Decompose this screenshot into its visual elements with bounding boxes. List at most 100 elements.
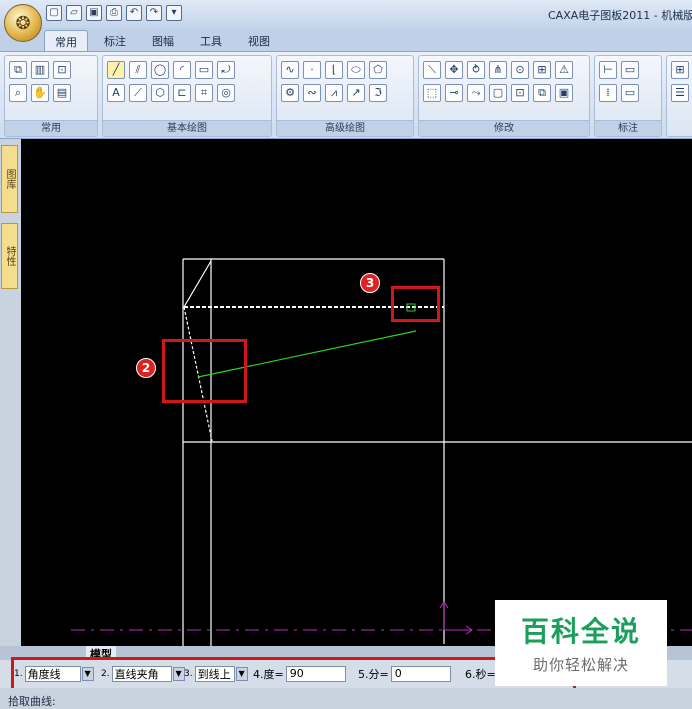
app-logo-icon: ❂ xyxy=(15,12,31,34)
window-title: CAXA电子图板2011 - 机械版 xyxy=(548,9,692,22)
toolbar-row: ⚙ ∾ ⩘ ↗ ℑ xyxy=(277,79,413,102)
redo-icon[interactable]: ↷ xyxy=(146,5,162,21)
select-icon[interactable]: ⬚ xyxy=(423,84,441,102)
layer-icon[interactable]: ▤ xyxy=(53,84,71,102)
open-icon[interactable]: ▱ xyxy=(66,5,82,21)
toolbar-row: ∿ · ⌊ ⬭ ⬠ xyxy=(277,56,413,79)
break-line-icon[interactable]: ⩘ xyxy=(325,84,343,102)
wave-icon[interactable]: ∾ xyxy=(303,84,321,102)
dimension-style-icon[interactable]: ▭ xyxy=(621,61,639,79)
ribbon: ⧉ ▥ ⊡ ⌕ ✋ ▤ 常用 ╱ ⫽ ◯ ◜ ▭ ⤾ A ⟋ ⬡ ⊏ ⌗ ◎ 基… xyxy=(0,51,692,139)
library-label: 图库 xyxy=(4,169,15,189)
parallel-line-icon[interactable]: ⫽ xyxy=(129,61,147,79)
drawing-canvas[interactable]: 2 3 xyxy=(21,139,692,654)
group-advanced-draw: ∿ · ⌊ ⬭ ⬠ ⚙ ∾ ⩘ ↗ ℑ 高级绘图 xyxy=(276,55,414,137)
undo-icon[interactable]: ↶ xyxy=(126,5,142,21)
tab-tools[interactable]: 工具 xyxy=(192,30,230,51)
customize-icon[interactable]: ▾ xyxy=(166,5,182,21)
text-icon[interactable]: A xyxy=(107,84,125,102)
curve-icon[interactable]: ℑ xyxy=(369,84,387,102)
sidebar-tab-library[interactable]: 图库 xyxy=(1,145,18,213)
table-icon[interactable]: ⊞ xyxy=(671,61,689,79)
left-dock: 图库 特性 xyxy=(0,139,20,654)
tab-common[interactable]: 常用 xyxy=(44,30,88,51)
block-icon[interactable]: ⊏ xyxy=(173,84,191,102)
trim-icon[interactable]: ⟍ xyxy=(423,61,441,79)
extend-icon[interactable]: ⊸ xyxy=(445,84,463,102)
rotate-icon[interactable]: ⊙ xyxy=(511,61,529,79)
paste-icon[interactable]: ▥ xyxy=(31,61,49,79)
lineweight-icon[interactable]: ☰ xyxy=(671,84,689,102)
group-dimension: ⊢ ▭ ⁞ ▭ 标注 xyxy=(594,55,662,137)
arrow-icon[interactable]: ↗ xyxy=(347,84,365,102)
mirror-icon[interactable]: ⋔ xyxy=(489,61,507,79)
slant-top-line xyxy=(183,260,212,308)
quick-access-toolbar: ▢ ▱ ▣ ⎙ ↶ ↷ ▾ xyxy=(46,5,182,21)
centerline-icon[interactable]: ⟋ xyxy=(129,84,147,102)
array-icon[interactable]: ⊞ xyxy=(533,61,551,79)
copy-array-icon[interactable]: ⥁ xyxy=(467,61,485,79)
pan-icon[interactable]: ✋ xyxy=(31,84,49,102)
highlight-box-2 xyxy=(162,339,247,403)
ellipse-draw-icon[interactable]: ⬭ xyxy=(347,61,365,79)
toolbar-row: ╱ ⫽ ◯ ◜ ▭ ⤾ xyxy=(103,56,271,79)
copy-icon[interactable]: ⧉ xyxy=(9,61,27,79)
line-tool-icon[interactable]: ╱ xyxy=(107,61,125,79)
toolbar-row: ⁞ ▭ xyxy=(595,79,661,102)
group-label: 修改 xyxy=(419,120,589,136)
arc-icon[interactable]: ◜ xyxy=(173,61,191,79)
toolbar-row: ⧉ ▥ ⊡ xyxy=(5,56,97,79)
title-bar: ❂ ▢ ▱ ▣ ⎙ ↶ ↷ ▾ CAXA电子图板2011 - 机械版 xyxy=(0,0,692,42)
toolbar-row: ⬚ ⊸ ⤳ ▢ ⊡ ⧉ ▣ xyxy=(419,79,589,102)
spline-icon[interactable]: ∿ xyxy=(281,61,299,79)
group-label: 高级绘图 xyxy=(277,120,413,136)
toolbar-row: A ⟋ ⬡ ⊏ ⌗ ◎ xyxy=(103,79,271,102)
zoom-icon[interactable]: ⌕ xyxy=(9,84,27,102)
highlight-box-3 xyxy=(391,286,440,322)
properties-label: 特性 xyxy=(4,246,15,266)
chamfer-icon[interactable]: ▢ xyxy=(489,84,507,102)
tolerance-icon[interactable]: ⁞ xyxy=(599,84,617,102)
angle-line-icon[interactable]: ⌊ xyxy=(325,61,343,79)
annotation-icon[interactable]: ▭ xyxy=(621,84,639,102)
print-icon[interactable]: ⎙ xyxy=(106,5,122,21)
move-icon[interactable]: ✥ xyxy=(445,61,463,79)
scale-icon[interactable]: ⚠ xyxy=(555,61,573,79)
group-common: ⧉ ▥ ⊡ ⌕ ✋ ▤ 常用 xyxy=(4,55,98,137)
ribbon-tabs: 常用 标注 图幅 工具 视图 xyxy=(0,28,692,51)
gear-icon[interactable]: ⚙ xyxy=(281,84,299,102)
save-icon[interactable]: ▣ xyxy=(86,5,102,21)
watermark-logo: 百科全说 助你轻松解决 xyxy=(495,600,667,686)
drawing-svg xyxy=(71,258,692,654)
rectangle-icon[interactable]: ▭ xyxy=(195,61,213,79)
step-marker-2: 2 xyxy=(136,358,156,378)
sidebar-tab-properties[interactable]: 特性 xyxy=(1,223,18,289)
point-icon[interactable]: · xyxy=(303,61,321,79)
toolbar-row: ⟍ ✥ ⥁ ⋔ ⊙ ⊞ ⚠ xyxy=(419,56,589,79)
toolbar-row: ⊞ xyxy=(667,56,692,79)
tab-annotate[interactable]: 标注 xyxy=(96,30,134,51)
stretch-icon[interactable]: ⤳ xyxy=(467,84,485,102)
tab-view[interactable]: 视图 xyxy=(240,30,278,51)
polygon-icon[interactable]: ⬡ xyxy=(151,84,169,102)
ellipse-icon[interactable]: ◎ xyxy=(217,84,235,102)
watermark-subtitle: 助你轻松解决 xyxy=(532,656,629,674)
new-icon[interactable]: ▢ xyxy=(46,5,62,21)
dimension-icon[interactable]: ⊢ xyxy=(599,61,617,79)
group-partial: ⊞ ☰ xyxy=(666,55,692,137)
group-label: 标注 xyxy=(595,120,661,136)
properties-icon[interactable]: ⊡ xyxy=(53,61,71,79)
pentagon-icon[interactable]: ⬠ xyxy=(369,61,387,79)
circle-icon[interactable]: ◯ xyxy=(151,61,169,79)
application-menu-button[interactable]: ❂ xyxy=(4,4,42,42)
fill-icon[interactable]: ⌗ xyxy=(195,84,213,102)
fillet-icon[interactable]: ⊡ xyxy=(511,84,529,102)
hatch-icon[interactable]: ⤾ xyxy=(217,61,235,79)
group-basic-draw: ╱ ⫽ ◯ ◜ ▭ ⤾ A ⟋ ⬡ ⊏ ⌗ ◎ 基本绘图 xyxy=(102,55,272,137)
offset-icon[interactable]: ⧉ xyxy=(533,84,551,102)
command-bar-highlight xyxy=(11,657,576,692)
toolbar-row: ⌕ ✋ ▤ xyxy=(5,79,97,102)
watermark-title: 百科全说 xyxy=(520,615,641,648)
tab-sheet[interactable]: 图幅 xyxy=(144,30,182,51)
explode-icon[interactable]: ▣ xyxy=(555,84,573,102)
